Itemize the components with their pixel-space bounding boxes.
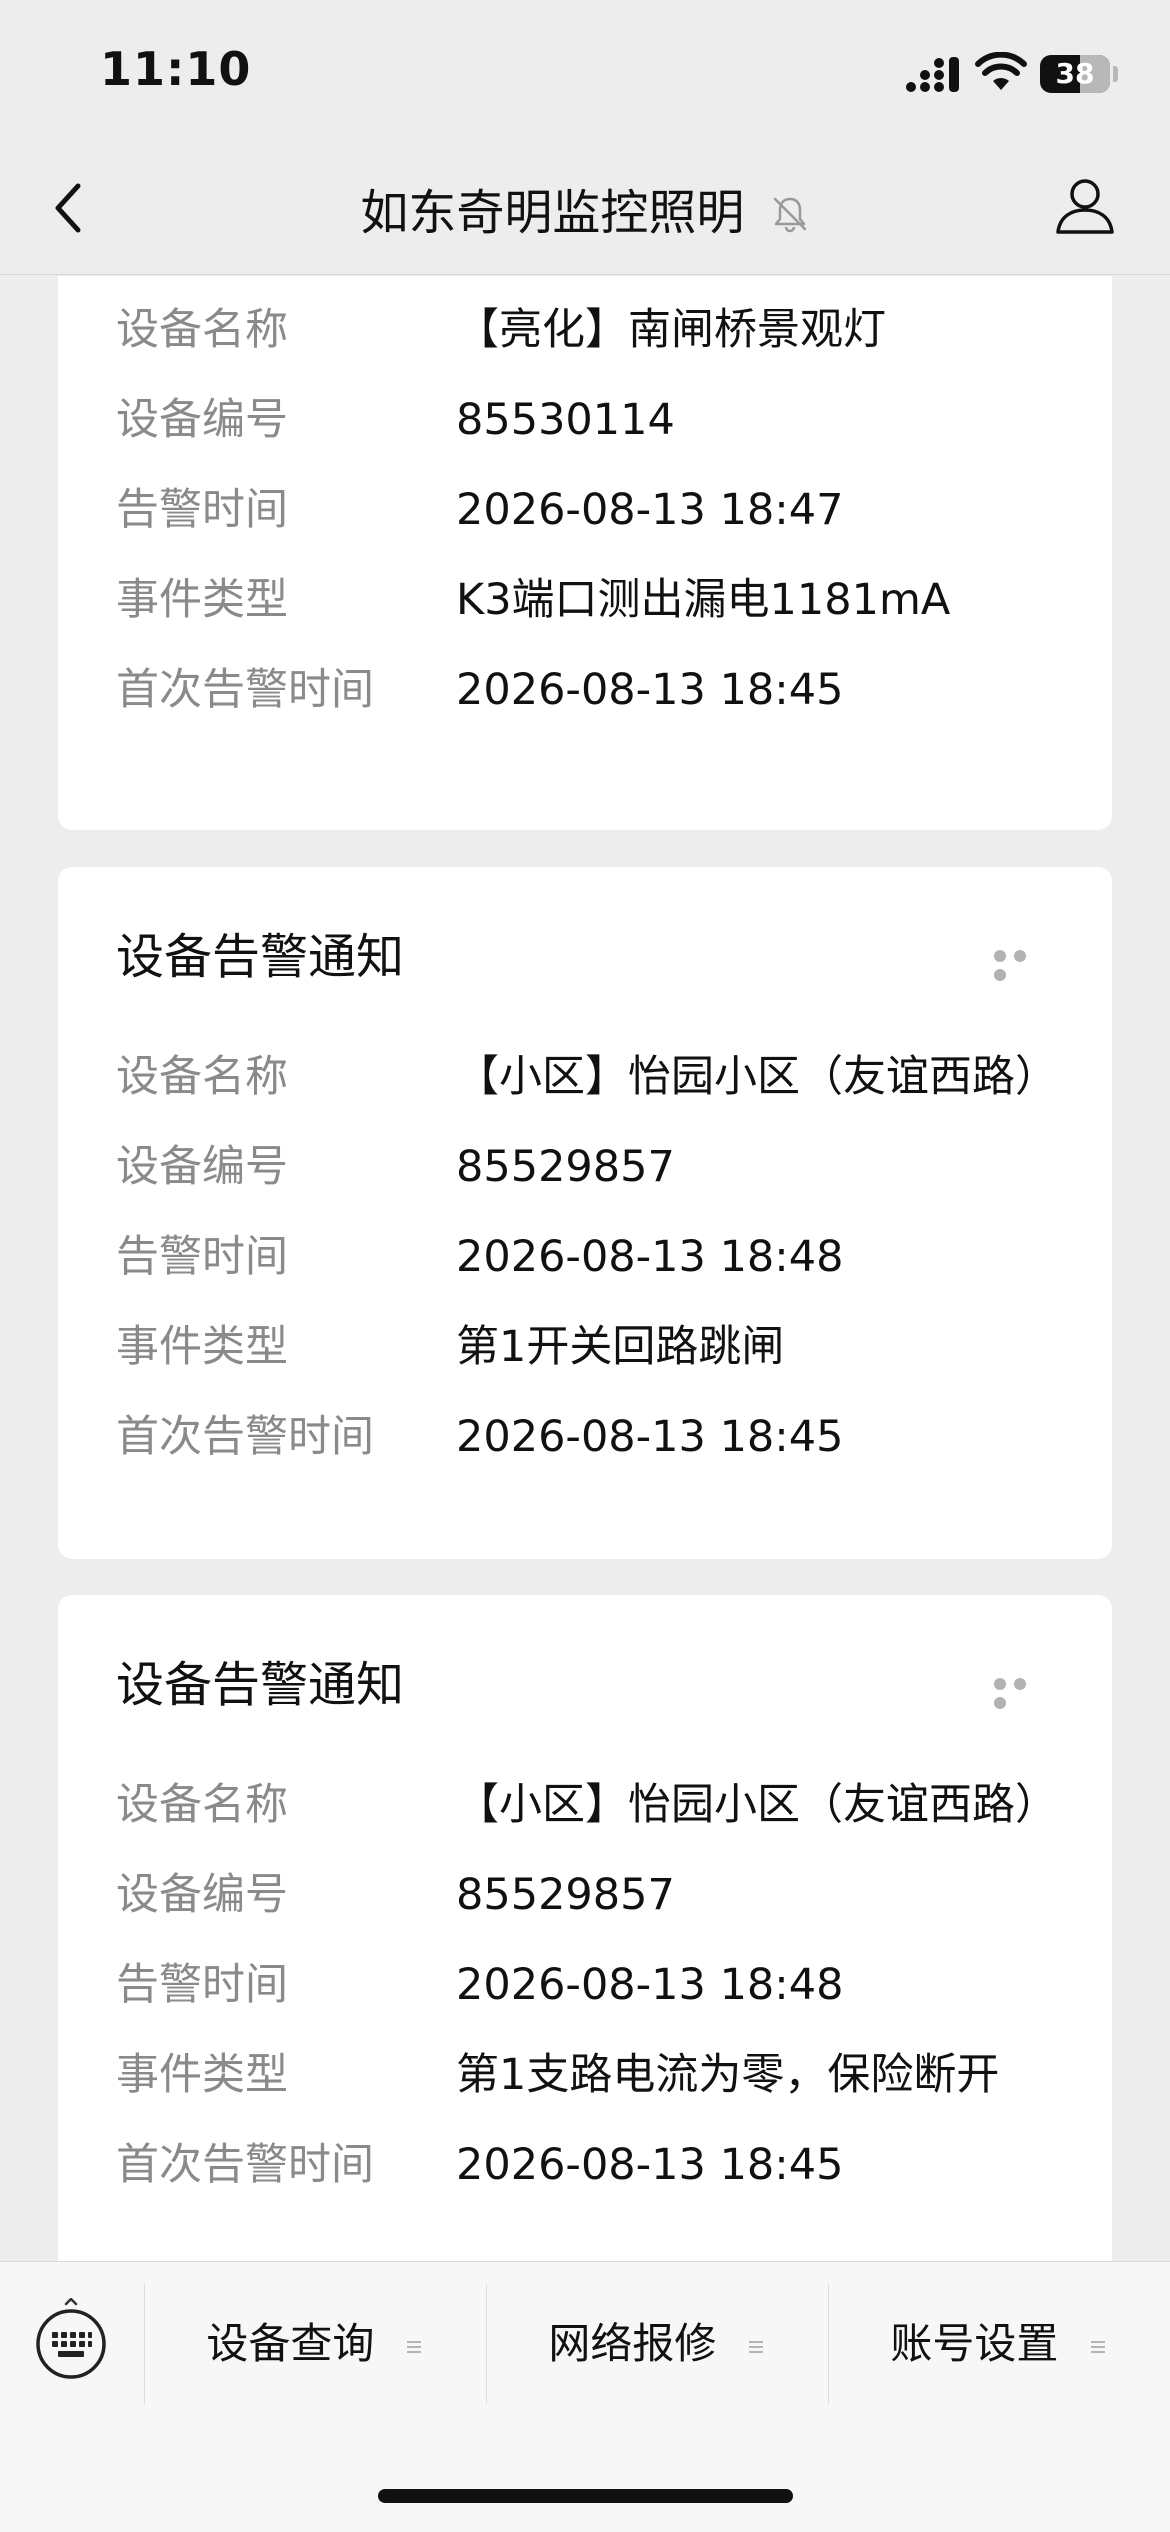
field-value: 2026-08-13 18:48: [456, 1232, 844, 1282]
menu-item-label: 账号设置: [890, 2319, 1059, 2368]
field-label: 告警时间: [116, 1232, 288, 1282]
field-value: 2026-08-13 18:45: [456, 2140, 844, 2190]
menu-lines-icon: [748, 2340, 763, 2353]
field-label: 设备编号: [116, 1142, 288, 1192]
keyboard-icon[interactable]: [30, 2298, 112, 2380]
menu-lines-icon: [1090, 2340, 1105, 2353]
field-value: 【小区】怡园小区（友谊西路）: [456, 1780, 1058, 1830]
field-value: 85530114: [456, 395, 675, 445]
alarm-card: 设备名称 【亮化】南闸桥景观灯 设备编号 85530114 告警时间 2026-…: [58, 276, 1112, 830]
field-label: 设备名称: [116, 1780, 288, 1830]
field-value: 85529857: [456, 1142, 675, 1192]
field-value: 【小区】怡园小区（友谊西路）: [456, 1052, 1058, 1102]
battery-percent: 38: [1055, 57, 1095, 90]
battery-tip: [1113, 66, 1118, 82]
more-dots-icon[interactable]: [994, 947, 1050, 981]
home-indicator[interactable]: [378, 2489, 793, 2503]
field-label: 告警时间: [116, 1960, 288, 2010]
status-time: 11:10: [100, 42, 252, 96]
field-label: 事件类型: [116, 2050, 288, 2100]
field-label: 事件类型: [116, 575, 288, 625]
menu-lines-icon: [406, 2340, 421, 2353]
menu-item-label: 设备查询: [206, 2319, 375, 2368]
bell-slash-icon: [773, 197, 806, 233]
cellular-signal-icon: [906, 57, 959, 92]
menu-item-account-settings[interactable]: 账号设置: [829, 2284, 1169, 2404]
field-label: 设备编号: [116, 1870, 288, 1920]
message-list[interactable]: 设备名称 【亮化】南闸桥景观灯 设备编号 85530114 告警时间 2026-…: [0, 276, 1170, 2261]
alarm-card[interactable]: 设备告警通知 设备名称 【小区】怡园小区（友谊西路） 设备编号 85529857…: [58, 1595, 1112, 2261]
nav-title-container: 如东奇明监控照明: [0, 180, 1170, 243]
page-title: 如东奇明监控照明: [360, 185, 745, 241]
field-label: 设备名称: [116, 305, 288, 355]
field-label: 设备编号: [116, 395, 288, 445]
field-value: 【亮化】南闸桥景观灯: [456, 305, 886, 355]
card-title: 设备告警通知: [116, 929, 405, 985]
field-label: 事件类型: [116, 1322, 288, 1372]
field-label: 首次告警时间: [116, 2140, 374, 2190]
menu-item-network-repair[interactable]: 网络报修: [487, 2284, 827, 2404]
field-label: 设备名称: [116, 1052, 288, 1102]
field-value: 第1开关回路跳闸: [456, 1322, 785, 1372]
field-value: 85529857: [456, 1870, 675, 1920]
field-value: 2026-08-13 18:45: [456, 665, 844, 715]
field-value: 2026-08-13 18:47: [456, 485, 844, 535]
menu-item-label: 网络报修: [548, 2319, 717, 2368]
menu-item-device-query[interactable]: 设备查询: [145, 2284, 485, 2404]
field-value: 第1支路电流为零，保险断开: [456, 2050, 1000, 2100]
field-value: 2026-08-13 18:48: [456, 1960, 844, 2010]
wifi-icon: [975, 52, 1027, 90]
field-value: 2026-08-13 18:45: [456, 1412, 844, 1462]
nav-bar: 如东奇明监控照明: [0, 150, 1170, 275]
field-label: 首次告警时间: [116, 1412, 374, 1462]
field-label: 首次告警时间: [116, 665, 374, 715]
status-bar: 11:10 38: [0, 0, 1170, 150]
field-label: 告警时间: [116, 485, 288, 535]
person-icon[interactable]: [1052, 172, 1118, 238]
battery-icon: 38: [1040, 55, 1110, 93]
card-title: 设备告警通知: [116, 1657, 405, 1713]
more-dots-icon[interactable]: [994, 1675, 1050, 1709]
field-value: K3端口测出漏电1181mA: [456, 575, 951, 625]
alarm-card[interactable]: 设备告警通知 设备名称 【小区】怡园小区（友谊西路） 设备编号 85529857…: [58, 867, 1112, 1559]
